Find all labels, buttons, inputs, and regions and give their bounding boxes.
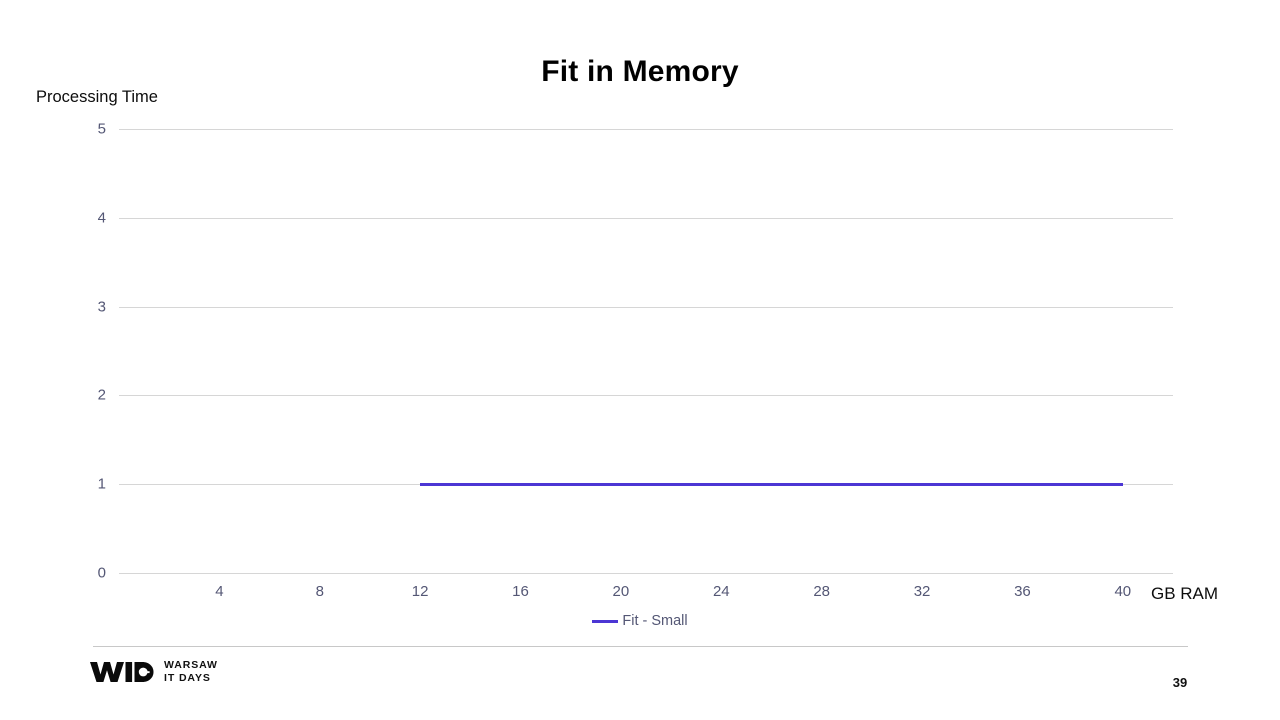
series-line-segment bbox=[821, 482, 923, 486]
y-tick-label: 1 bbox=[97, 475, 106, 493]
chart-legend: Fit - Small bbox=[0, 613, 1280, 629]
series-line-segment bbox=[922, 482, 1023, 486]
y-axis-title: Processing Time bbox=[36, 88, 158, 106]
series-line-segment bbox=[520, 482, 621, 486]
gridline bbox=[119, 306, 1173, 308]
series-line-segment bbox=[620, 482, 722, 486]
x-tick-label: 20 bbox=[612, 583, 630, 600]
series-line-segment bbox=[420, 482, 521, 486]
x-tick-label: 8 bbox=[315, 583, 324, 600]
line-chart: Processing Time 012345 4 8 12 16 20 24 28 32 36 4… bbox=[0, 0, 1280, 660]
legend-swatch-icon bbox=[592, 619, 619, 623]
x-tick-label: 40 bbox=[1114, 583, 1132, 600]
page-number: 39 bbox=[1172, 675, 1188, 690]
x-tick-label: 4 bbox=[215, 583, 224, 600]
logo-line-2: IT DAYS bbox=[164, 672, 211, 685]
legend-item[interactable]: Fit - Small bbox=[592, 613, 688, 629]
legend-label: Fit - Small bbox=[622, 613, 688, 629]
y-tick-label: 0 bbox=[97, 564, 106, 582]
gridline bbox=[119, 217, 1173, 219]
x-tick-label: 16 bbox=[512, 583, 529, 600]
x-tick-label: 36 bbox=[1014, 583, 1031, 600]
plot-area bbox=[119, 129, 1173, 574]
logo-wordmark: WARSAW IT DAYS bbox=[164, 659, 218, 686]
y-tick-label: 2 bbox=[97, 386, 106, 404]
x-axis-title: GB RAM bbox=[1151, 584, 1219, 603]
y-tick-label: 4 bbox=[97, 209, 106, 227]
logo-line-1: WARSAW bbox=[164, 659, 218, 671]
y-tick-label: 3 bbox=[97, 298, 106, 316]
y-tick-label: 5 bbox=[97, 120, 106, 138]
series-line-segment bbox=[1022, 482, 1123, 486]
series-line-segment bbox=[721, 482, 822, 486]
x-tick-label: 12 bbox=[411, 583, 429, 600]
warsaw-it-days-logo: WARSAW IT DAYS bbox=[90, 659, 218, 686]
x-tick-label: 28 bbox=[813, 583, 830, 600]
x-tick-label: 32 bbox=[913, 583, 931, 600]
gridline bbox=[119, 395, 1173, 397]
gridline bbox=[119, 573, 1173, 574]
gridline bbox=[119, 129, 1173, 130]
wid-logo-icon bbox=[90, 662, 154, 683]
footer-divider bbox=[93, 646, 1188, 647]
x-tick-label: 24 bbox=[712, 583, 730, 600]
